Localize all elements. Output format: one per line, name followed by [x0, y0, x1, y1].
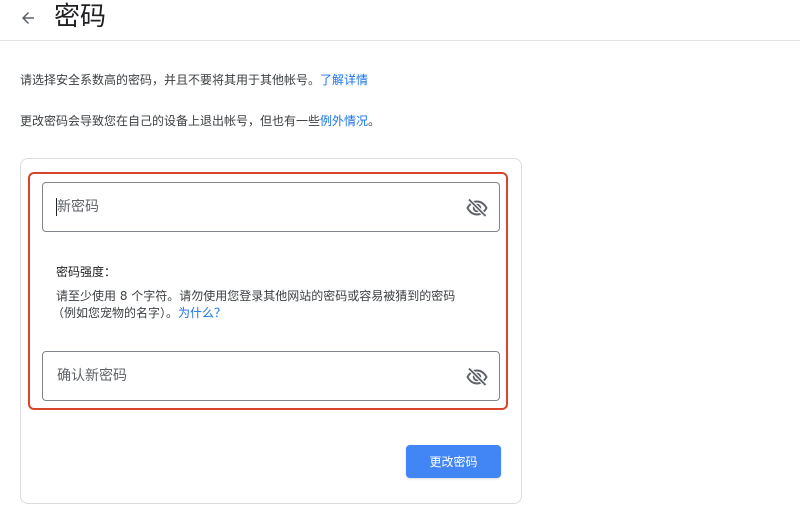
change-password-button[interactable]: 更改密码 [406, 445, 501, 478]
new-password-field[interactable] [42, 182, 500, 232]
app-header: 密码 [0, 0, 800, 41]
eye-off-icon[interactable] [465, 196, 489, 220]
password-hint-line-1: 请至少使用 8 个字符。请勿使用您登录其他网站的密码或容易被猜到的密码 [56, 289, 456, 303]
confirm-password-field[interactable] [42, 351, 500, 401]
eye-off-icon[interactable] [465, 365, 489, 389]
learn-more-link[interactable]: 了解详情 [320, 73, 368, 87]
intro-line-1: 请选择安全系数高的密码，并且不要将其用于其他帐号。了解详情 [20, 71, 368, 89]
why-link[interactable]: 为什么？ [178, 306, 226, 320]
arrow-left-icon [22, 12, 34, 24]
back-button[interactable] [14, 4, 42, 32]
confirm-password-input[interactable] [57, 352, 457, 400]
page-title: 密码 [54, 2, 107, 32]
intro-text-2: 更改密码会导致您在自己的设备上退出帐号，但也有一些 [20, 114, 321, 128]
exceptions-link[interactable]: 例外情况 [320, 114, 368, 128]
intro-text-1: 请选择安全系数高的密码，并且不要将其用于其他帐号。 [20, 73, 321, 87]
password-strength-label: 密码强度： [56, 265, 117, 279]
intro-text-2-end: 。 [368, 114, 381, 128]
password-hint-line-2: （例如您宠物的名字）。为什么？ [52, 304, 226, 322]
intro-line-2: 更改密码会导致您在自己的设备上退出帐号，但也有一些例外情况。 [20, 112, 380, 130]
new-password-input[interactable] [57, 183, 457, 231]
password-hint-text-2: （例如您宠物的名字）。 [52, 306, 179, 320]
